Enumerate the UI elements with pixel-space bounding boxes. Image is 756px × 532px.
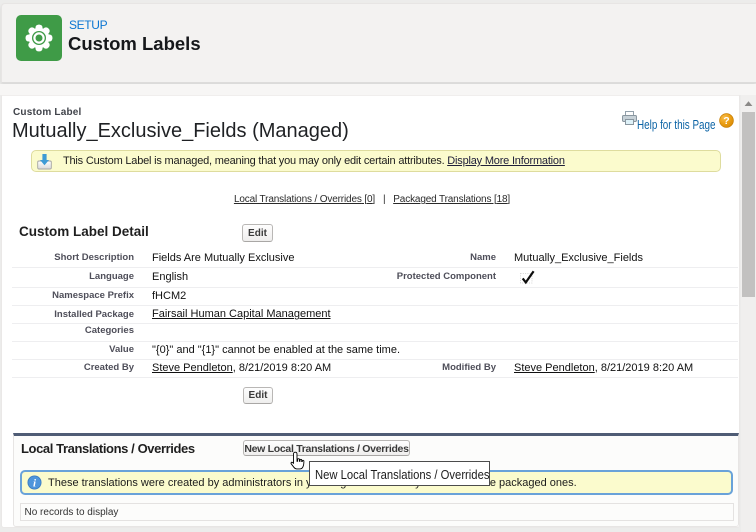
svg-text:?: ? [723,115,729,127]
